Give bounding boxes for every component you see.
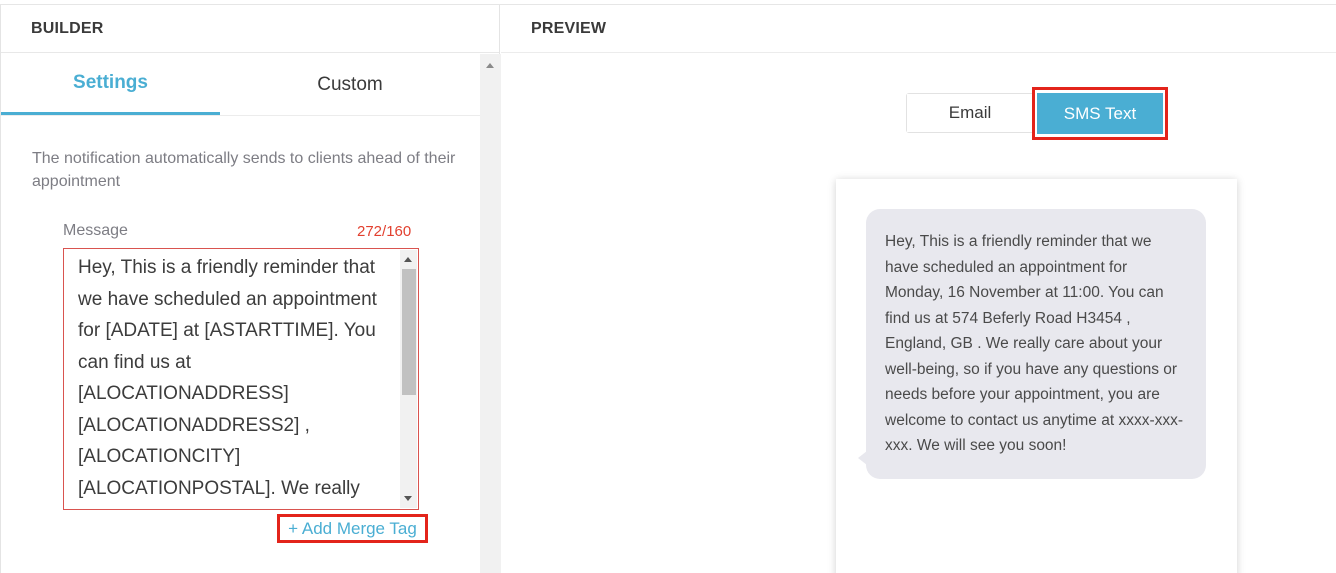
sms-message-bubble: Hey, This is a friendly reminder that we… <box>866 209 1206 479</box>
scrollbar-thumb[interactable] <box>402 269 416 395</box>
builder-body: Settings Custom The notification automat… <box>1 54 480 573</box>
preview-panel: PREVIEW Email SMS Text Hey, This is a fr… <box>501 5 1336 573</box>
tab-settings[interactable]: Settings <box>1 54 220 115</box>
channel-toggle: Email <box>906 93 1034 133</box>
message-label: Message <box>63 222 128 239</box>
tab-custom[interactable]: Custom <box>220 54 480 115</box>
message-char-count: 272/160 <box>357 223 412 240</box>
builder-scrollbar[interactable] <box>480 54 501 573</box>
scroll-down-icon[interactable] <box>404 496 412 501</box>
builder-panel: BUILDER Settings Custom The notification… <box>0 5 501 573</box>
message-scrollbar[interactable] <box>400 250 417 508</box>
scroll-up-icon[interactable] <box>404 257 412 262</box>
sms-preview-card: Hey, This is a friendly reminder that we… <box>836 179 1237 573</box>
message-textarea[interactable]: Hey, This is a friendly reminder that we… <box>63 248 419 510</box>
notification-description: The notification automatically sends to … <box>32 150 456 190</box>
builder-header: BUILDER <box>1 5 499 53</box>
scroll-up-icon[interactable] <box>486 63 494 68</box>
bubble-tail <box>858 451 867 465</box>
add-merge-tag-button[interactable]: + Add Merge Tag <box>277 514 428 543</box>
email-toggle-button[interactable]: Email <box>907 94 1033 132</box>
sms-toggle-highlight: SMS Text <box>1032 87 1168 140</box>
sms-text-toggle-button[interactable]: SMS Text <box>1037 93 1163 134</box>
message-text[interactable]: Hey, This is a friendly reminder that we… <box>78 252 390 504</box>
builder-tabs: Settings Custom <box>1 54 480 116</box>
preview-header: PREVIEW <box>501 5 1336 53</box>
